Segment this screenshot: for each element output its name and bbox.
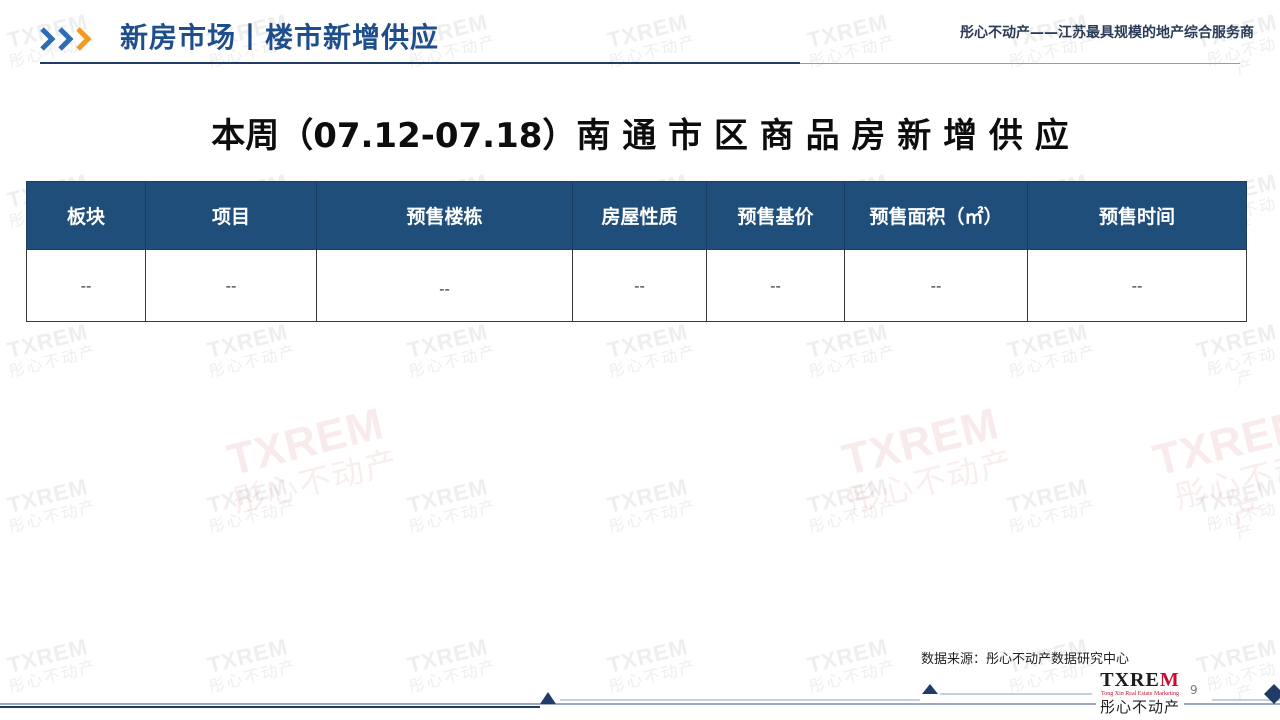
table-cell: -- xyxy=(145,249,317,322)
logo-wordmark: TXREM xyxy=(1100,669,1180,691)
table-row: -- -- -- -- -- -- -- xyxy=(26,249,1247,322)
table-header-row: 板块 项目 预售楼栋 房屋性质 预售基价 预售面积（㎡） 预售时间 xyxy=(26,181,1247,250)
table-cell: -- xyxy=(26,249,146,322)
chevron-arrows-icon xyxy=(40,27,92,51)
header-divider xyxy=(40,62,800,64)
watermark: TXREM彤心不动产 xyxy=(4,318,99,382)
watermark: TXREM彤心不动产 xyxy=(804,473,899,537)
company-slogan: 彤心不动产——江苏最具规模的地产综合服务商 xyxy=(960,25,1254,41)
column-header-presale-time: 预售时间 xyxy=(1027,181,1247,250)
watermark: TXREM彤心不动产 xyxy=(1193,473,1280,544)
new-supply-table: 板块 项目 预售楼栋 房屋性质 预售基价 预售面积（㎡） 预售时间 -- -- … xyxy=(26,181,1247,322)
slide-heading: 本周（07.12-07.18）南 通 市 区 商 品 房 新 增 供 应 xyxy=(211,116,1069,156)
watermark: TXREM彤心不动产 xyxy=(604,473,699,537)
column-header-presale-area: 预售面积（㎡） xyxy=(844,181,1028,250)
column-header-base-price: 预售基价 xyxy=(706,181,845,250)
watermark: TXREM彤心不动产 xyxy=(1004,473,1099,537)
watermark: TXREM彤心不动产 xyxy=(404,318,499,382)
header-divider-light xyxy=(800,63,1240,64)
watermark: TXREM彤心不动产 xyxy=(837,399,1018,521)
watermark: TXREM彤心不动产 xyxy=(4,473,99,537)
watermark: TXREM彤心不动产 xyxy=(1193,318,1280,389)
table-cell: -- xyxy=(572,249,707,322)
column-header-district: 板块 xyxy=(26,181,146,250)
page-number: 9 xyxy=(1190,683,1198,697)
column-header-presale-buildings: 预售楼栋 xyxy=(316,181,573,250)
footer-decoration xyxy=(0,684,1280,708)
watermark: TXREM彤心不动产 xyxy=(1148,399,1280,536)
page-title: 新房市场丨楼市新增供应 xyxy=(120,21,440,54)
table-cell: -- xyxy=(844,249,1028,322)
watermark: TXREM彤心不动产 xyxy=(404,473,499,537)
watermark: TXREM彤心不动产 xyxy=(804,318,899,382)
column-header-project: 项目 xyxy=(145,181,317,250)
logo-tagline: Tong Xin Real Estate Marketing xyxy=(1101,691,1179,697)
watermark: TXREM彤心不动产 xyxy=(204,318,299,382)
watermark: TXREM彤心不动产 xyxy=(204,473,299,537)
slide-header: 新房市场丨楼市新增供应 彤心不动产——江苏最具规模的地产综合服务商 xyxy=(0,0,1280,72)
watermark: TXREM彤心不动产 xyxy=(222,399,403,521)
table-cell: -- xyxy=(1027,249,1247,322)
logo-chinese-name: 彤心不动产 xyxy=(1099,698,1180,716)
table-cell: -- xyxy=(316,249,573,322)
watermark: TXREM彤心不动产 xyxy=(1004,318,1099,382)
watermark: TXREM彤心不动产 xyxy=(604,318,699,382)
column-header-property-type: 房屋性质 xyxy=(572,181,707,250)
data-source-note: 数据来源：彤心不动产数据研究中心 xyxy=(921,652,1130,667)
company-logo: TXREM Tong Xin Real Estate Marketing 彤心不… xyxy=(1096,670,1184,716)
table-cell: -- xyxy=(706,249,845,322)
